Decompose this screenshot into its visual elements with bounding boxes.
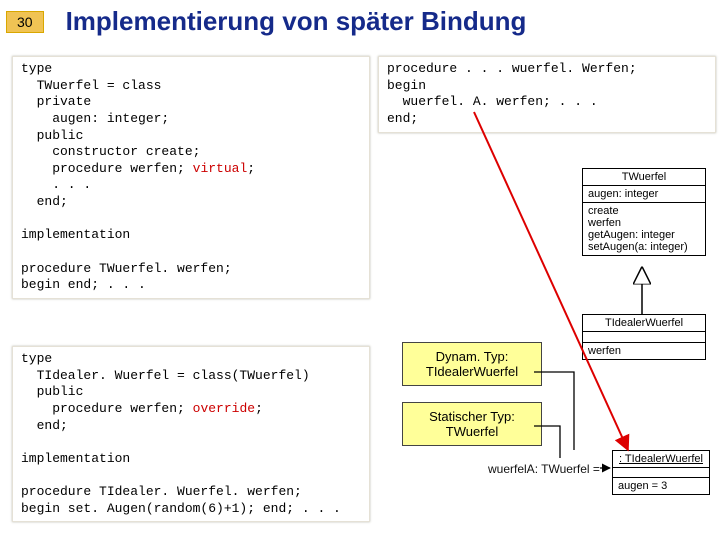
- page-number-badge: 30: [6, 11, 44, 33]
- code-line: procedure werfen;: [21, 161, 193, 176]
- uml-class-tidealerwuerfel: TIdealerWuerfel werfen: [582, 314, 706, 360]
- code-line: ;: [255, 401, 263, 416]
- uml-operations: create werfen getAugen: integer setAugen…: [583, 203, 705, 255]
- code-line: wuerfel. A. werfen; . . .: [387, 94, 598, 109]
- code-line: TWuerfel = class: [21, 78, 161, 93]
- code-line: type: [21, 351, 52, 366]
- code-line: ;: [247, 161, 255, 176]
- uml-object-name: : TIdealerWuerfel: [613, 451, 709, 468]
- code-line: procedure werfen;: [21, 401, 193, 416]
- uml-op: werfen: [588, 217, 700, 229]
- code-line: procedure . . . wuerfel. Werfen;: [387, 61, 637, 76]
- code-line: . . .: [21, 177, 91, 192]
- code-line: TIdealer. Wuerfel = class(TWuerfel): [21, 368, 310, 383]
- slide-header: 30 Implementierung von später Bindung: [0, 0, 720, 47]
- uml-attributes: augen: integer: [583, 186, 705, 203]
- code-line: end;: [21, 418, 68, 433]
- uml-class-name: TIdealerWuerfel: [583, 315, 705, 332]
- code-line: end;: [387, 111, 418, 126]
- uml-object-instance: : TIdealerWuerfel augen = 3: [612, 450, 710, 495]
- uml-op: setAugen(a: integer): [588, 241, 700, 253]
- code-box-procedure-call: procedure . . . wuerfel. Werfen; begin w…: [378, 56, 716, 133]
- code-line: implementation: [21, 227, 130, 242]
- uml-attributes: [583, 332, 705, 343]
- code-line: augen: integer;: [21, 111, 169, 126]
- uml-operations: werfen: [583, 343, 705, 359]
- code-line: procedure TIdealer. Wuerfel. werfen;: [21, 484, 302, 499]
- callout-static-type: Statischer Typ: TWuerfel: [402, 402, 542, 446]
- keyword-virtual: virtual: [193, 161, 248, 176]
- code-line: public: [21, 128, 83, 143]
- uml-object-attr: augen = 3: [613, 478, 709, 494]
- code-line: begin: [387, 78, 426, 93]
- code-box-tidealerwuerfel: type TIdealer. Wuerfel = class(TWuerfel)…: [12, 346, 370, 522]
- callout-dynamic-type: Dynam. Typ: TIdealerWuerfel: [402, 342, 542, 386]
- uml-op: create: [588, 205, 700, 217]
- code-line: begin end; . . .: [21, 277, 146, 292]
- code-line: type: [21, 61, 52, 76]
- code-line: end;: [21, 194, 68, 209]
- code-box-twuerfel: type TWuerfel = class private augen: int…: [12, 56, 370, 299]
- code-line: constructor create;: [21, 144, 200, 159]
- arrow-dispatch: [474, 112, 628, 450]
- code-line: public: [21, 384, 83, 399]
- uml-op: getAugen: integer: [588, 229, 700, 241]
- code-line: begin set. Augen(random(6)+1); end; . . …: [21, 501, 341, 516]
- uml-class-twuerfel: TWuerfel augen: integer create werfen ge…: [582, 168, 706, 256]
- keyword-override: override: [193, 401, 255, 416]
- uml-empty-section: [613, 468, 709, 478]
- code-line: procedure TWuerfel. werfen;: [21, 261, 232, 276]
- code-line: private: [21, 94, 91, 109]
- object-label: wuerfelA: TWuerfel =: [488, 462, 600, 476]
- code-line: implementation: [21, 451, 130, 466]
- uml-class-name: TWuerfel: [583, 169, 705, 186]
- page-title: Implementierung von später Bindung: [66, 6, 527, 37]
